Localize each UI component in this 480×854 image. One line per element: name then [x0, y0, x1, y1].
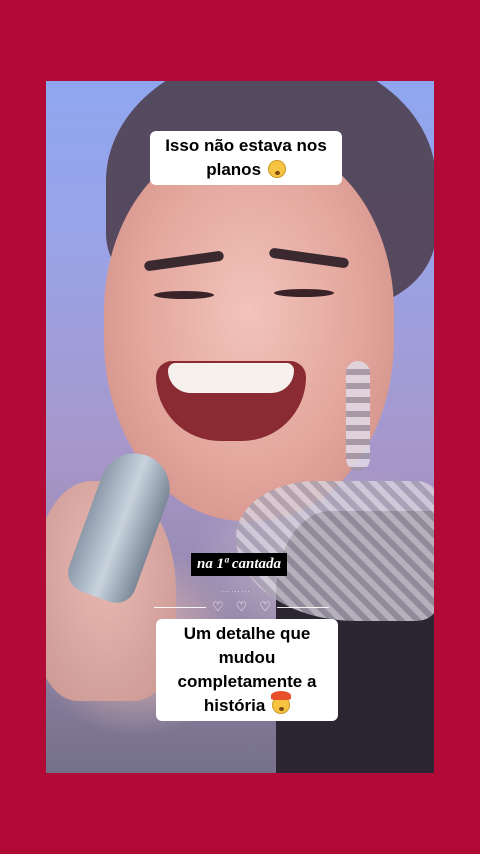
caption-top-text: Isso não estava nos planos: [165, 136, 327, 179]
divider-line: [276, 606, 329, 608]
heart-divider: ♡ ♡ ♡: [154, 599, 329, 615]
flushed-face-icon: [267, 160, 286, 178]
exploding-head-icon: [271, 691, 292, 714]
right-eye: [274, 289, 334, 297]
watermark: ⋯⋯⋯: [221, 586, 251, 596]
teeth: [168, 363, 294, 393]
subtitle: na 1ª cantada: [191, 553, 288, 576]
video-frame[interactable]: Isso não estava nos planos na 1ª cantada…: [46, 81, 434, 773]
divider-line: [154, 606, 207, 608]
earring: [346, 361, 370, 471]
caption-bottom: Um detalhe que mudou completamente a his…: [156, 619, 338, 721]
left-eyebrow: [143, 250, 225, 272]
right-eyebrow: [268, 247, 350, 269]
left-eye: [154, 291, 214, 299]
caption-bottom-text: Um detalhe que mudou completamente a his…: [177, 624, 317, 715]
caption-top: Isso não estava nos planos: [150, 131, 342, 185]
heart-icon: ♡: [212, 599, 224, 615]
heart-icon: ♡: [235, 599, 248, 615]
heart-icon: ♡: [259, 599, 271, 615]
